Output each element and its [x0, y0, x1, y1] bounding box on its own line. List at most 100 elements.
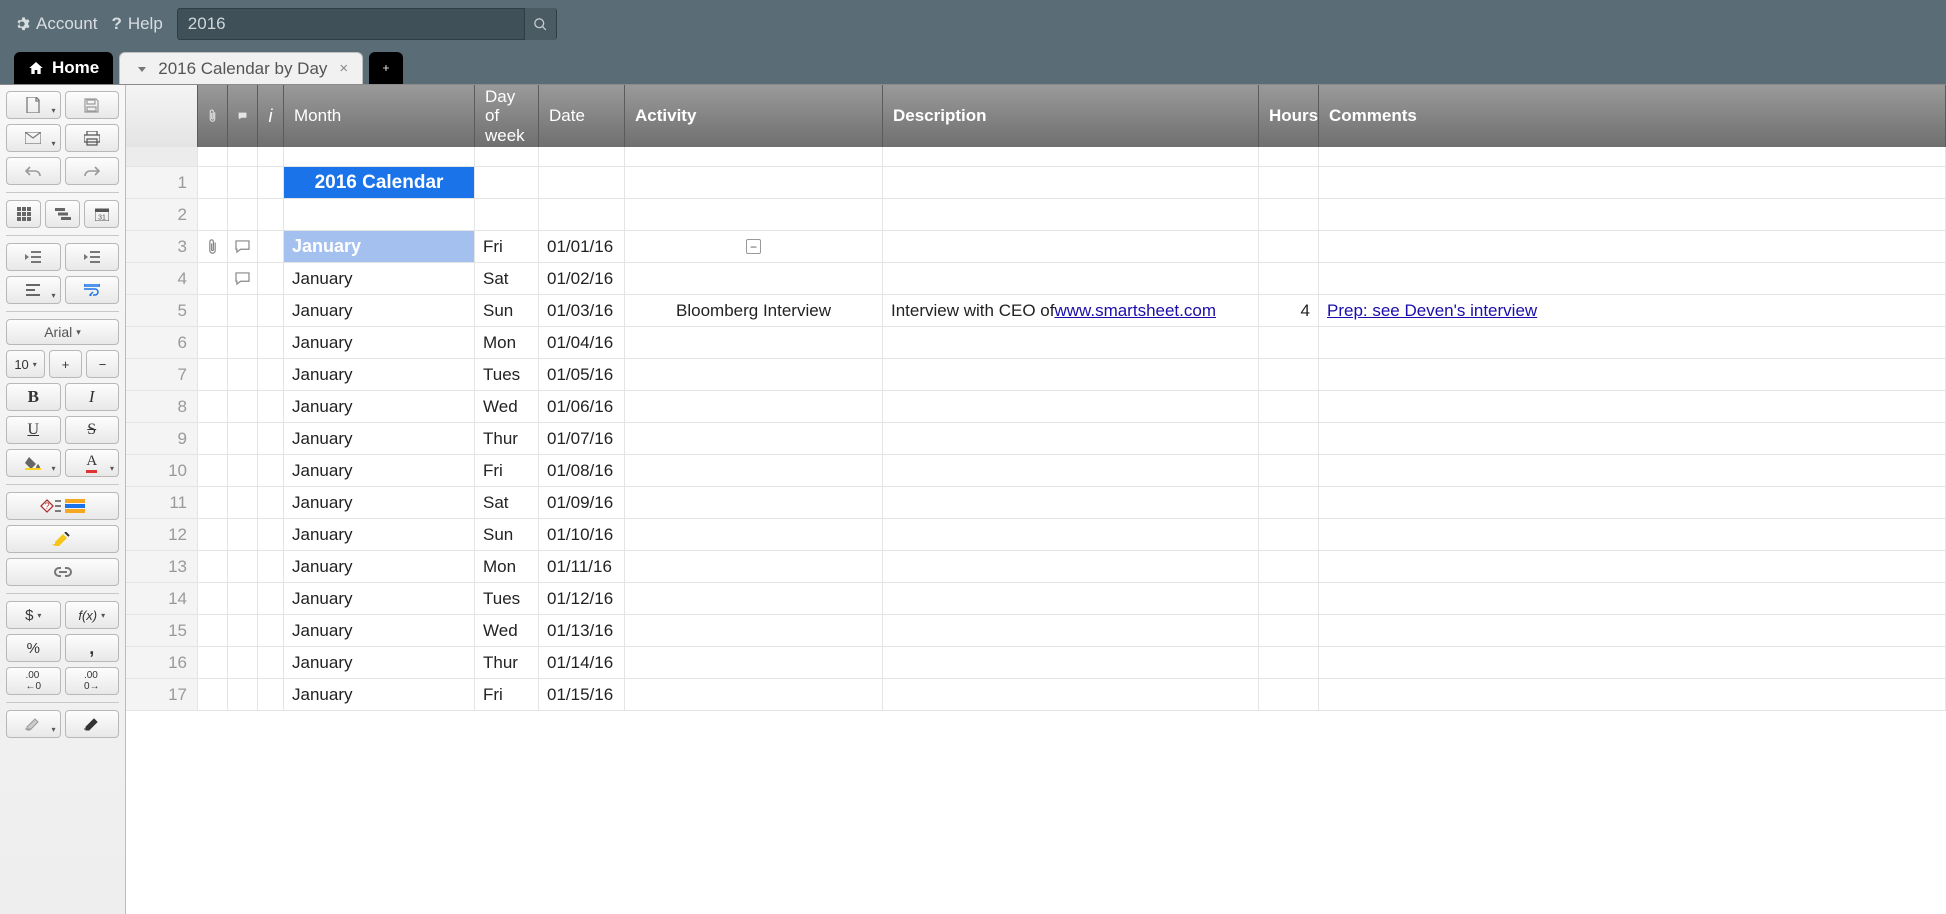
- row-attachment[interactable]: [198, 519, 228, 550]
- row-comment[interactable]: [228, 263, 258, 294]
- cell-comments[interactable]: [1319, 583, 1946, 614]
- strikethrough-button[interactable]: S: [65, 416, 120, 444]
- cell-month[interactable]: January: [284, 679, 475, 710]
- save-button[interactable]: [65, 91, 120, 119]
- redo-button[interactable]: [65, 157, 120, 185]
- cell-activity[interactable]: [625, 263, 883, 294]
- cell-dow[interactable]: Tues: [475, 359, 539, 390]
- cell-month[interactable]: January: [284, 487, 475, 518]
- tab-add[interactable]: [369, 52, 403, 84]
- cell-activity[interactable]: [625, 679, 883, 710]
- cell-hours[interactable]: [1259, 359, 1319, 390]
- tab-close-button[interactable]: ×: [339, 60, 348, 77]
- cell-date[interactable]: [539, 199, 625, 230]
- cell-comments[interactable]: [1319, 391, 1946, 422]
- col-header-rownum[interactable]: [126, 85, 198, 147]
- row-attachment[interactable]: [198, 551, 228, 582]
- row-info[interactable]: [258, 327, 284, 358]
- row-info[interactable]: [258, 519, 284, 550]
- row-comment[interactable]: [228, 327, 258, 358]
- cell-hours[interactable]: 4: [1259, 295, 1319, 326]
- row-info[interactable]: [258, 487, 284, 518]
- row-attachment[interactable]: [198, 487, 228, 518]
- cell-month[interactable]: January: [284, 391, 475, 422]
- cell-hours[interactable]: [1259, 583, 1319, 614]
- print-button[interactable]: [65, 124, 120, 152]
- cell-comments[interactable]: [1319, 455, 1946, 486]
- row-attachment[interactable]: [198, 327, 228, 358]
- cell-dow[interactable]: Sun: [475, 295, 539, 326]
- cell-description[interactable]: [883, 231, 1259, 262]
- cell-dow[interactable]: Fri: [475, 231, 539, 262]
- cell-comments[interactable]: [1319, 327, 1946, 358]
- cell-date[interactable]: 01/15/16: [539, 679, 625, 710]
- row-info[interactable]: [258, 167, 284, 198]
- row-attachment[interactable]: [198, 583, 228, 614]
- cell-description[interactable]: [883, 455, 1259, 486]
- cell-description[interactable]: [883, 615, 1259, 646]
- cell-hours[interactable]: [1259, 551, 1319, 582]
- gantt-view-button[interactable]: [45, 200, 80, 228]
- row-comment[interactable]: [228, 647, 258, 678]
- cell-activity[interactable]: [625, 327, 883, 358]
- row-number[interactable]: 10: [126, 455, 198, 486]
- font-size-increase[interactable]: +: [49, 350, 82, 378]
- cell-activity[interactable]: [625, 199, 883, 230]
- cell-activity[interactable]: [625, 583, 883, 614]
- row-comment[interactable]: [228, 199, 258, 230]
- row-attachment[interactable]: [198, 455, 228, 486]
- row-info[interactable]: [258, 359, 284, 390]
- cell-activity[interactable]: [625, 615, 883, 646]
- cell-date[interactable]: 01/12/16: [539, 583, 625, 614]
- col-header-info[interactable]: i: [258, 85, 284, 147]
- cell-comments[interactable]: [1319, 167, 1946, 198]
- cell-description[interactable]: [883, 199, 1259, 230]
- tab-menu-button[interactable]: [134, 61, 150, 77]
- cell-activity[interactable]: [625, 455, 883, 486]
- align-button[interactable]: ▾: [6, 276, 61, 304]
- row-number[interactable]: 15: [126, 615, 198, 646]
- cell-comments[interactable]: [1319, 679, 1946, 710]
- decimal-increase-button[interactable]: .00←0: [6, 667, 61, 695]
- cell-month[interactable]: January: [284, 231, 475, 262]
- cell-comments[interactable]: [1319, 263, 1946, 294]
- new-sheet-button[interactable]: ▾: [6, 91, 61, 119]
- row-comment[interactable]: [228, 295, 258, 326]
- email-button[interactable]: ▾: [6, 124, 61, 152]
- indent-in-button[interactable]: [65, 243, 120, 271]
- cell-description[interactable]: [883, 519, 1259, 550]
- row-info[interactable]: [258, 263, 284, 294]
- row-comment[interactable]: [228, 487, 258, 518]
- cell-month[interactable]: January: [284, 359, 475, 390]
- comments-link[interactable]: Prep: see Deven's interview: [1327, 301, 1537, 321]
- row-info[interactable]: [258, 647, 284, 678]
- cell-date[interactable]: 01/13/16: [539, 615, 625, 646]
- row-number[interactable]: 2: [126, 199, 198, 230]
- row-attachment[interactable]: [198, 679, 228, 710]
- row-number[interactable]: 7: [126, 359, 198, 390]
- cell-hours[interactable]: [1259, 263, 1319, 294]
- cell-activity[interactable]: [625, 423, 883, 454]
- cell-month[interactable]: [284, 199, 475, 230]
- cell-dow[interactable]: Sun: [475, 519, 539, 550]
- row-info[interactable]: [258, 423, 284, 454]
- row-comment[interactable]: [228, 231, 258, 262]
- tab-sheet[interactable]: 2016 Calendar by Day ×: [119, 52, 363, 84]
- row-number[interactable]: 16: [126, 647, 198, 678]
- cell-date[interactable]: 01/10/16: [539, 519, 625, 550]
- row-info[interactable]: [258, 551, 284, 582]
- decimal-decrease-button[interactable]: .000→: [65, 667, 120, 695]
- cell-hours[interactable]: [1259, 615, 1319, 646]
- row-number[interactable]: 8: [126, 391, 198, 422]
- cell-comments[interactable]: [1319, 647, 1946, 678]
- cell-date[interactable]: 01/04/16: [539, 327, 625, 358]
- cell-hours[interactable]: [1259, 487, 1319, 518]
- row-number[interactable]: 11: [126, 487, 198, 518]
- row-number[interactable]: 9: [126, 423, 198, 454]
- cell-dow[interactable]: Mon: [475, 551, 539, 582]
- cell-date[interactable]: 01/11/16: [539, 551, 625, 582]
- cell-date[interactable]: 01/03/16: [539, 295, 625, 326]
- cell-dow[interactable]: Wed: [475, 615, 539, 646]
- row-attachment[interactable]: [198, 647, 228, 678]
- cell-comments[interactable]: [1319, 519, 1946, 550]
